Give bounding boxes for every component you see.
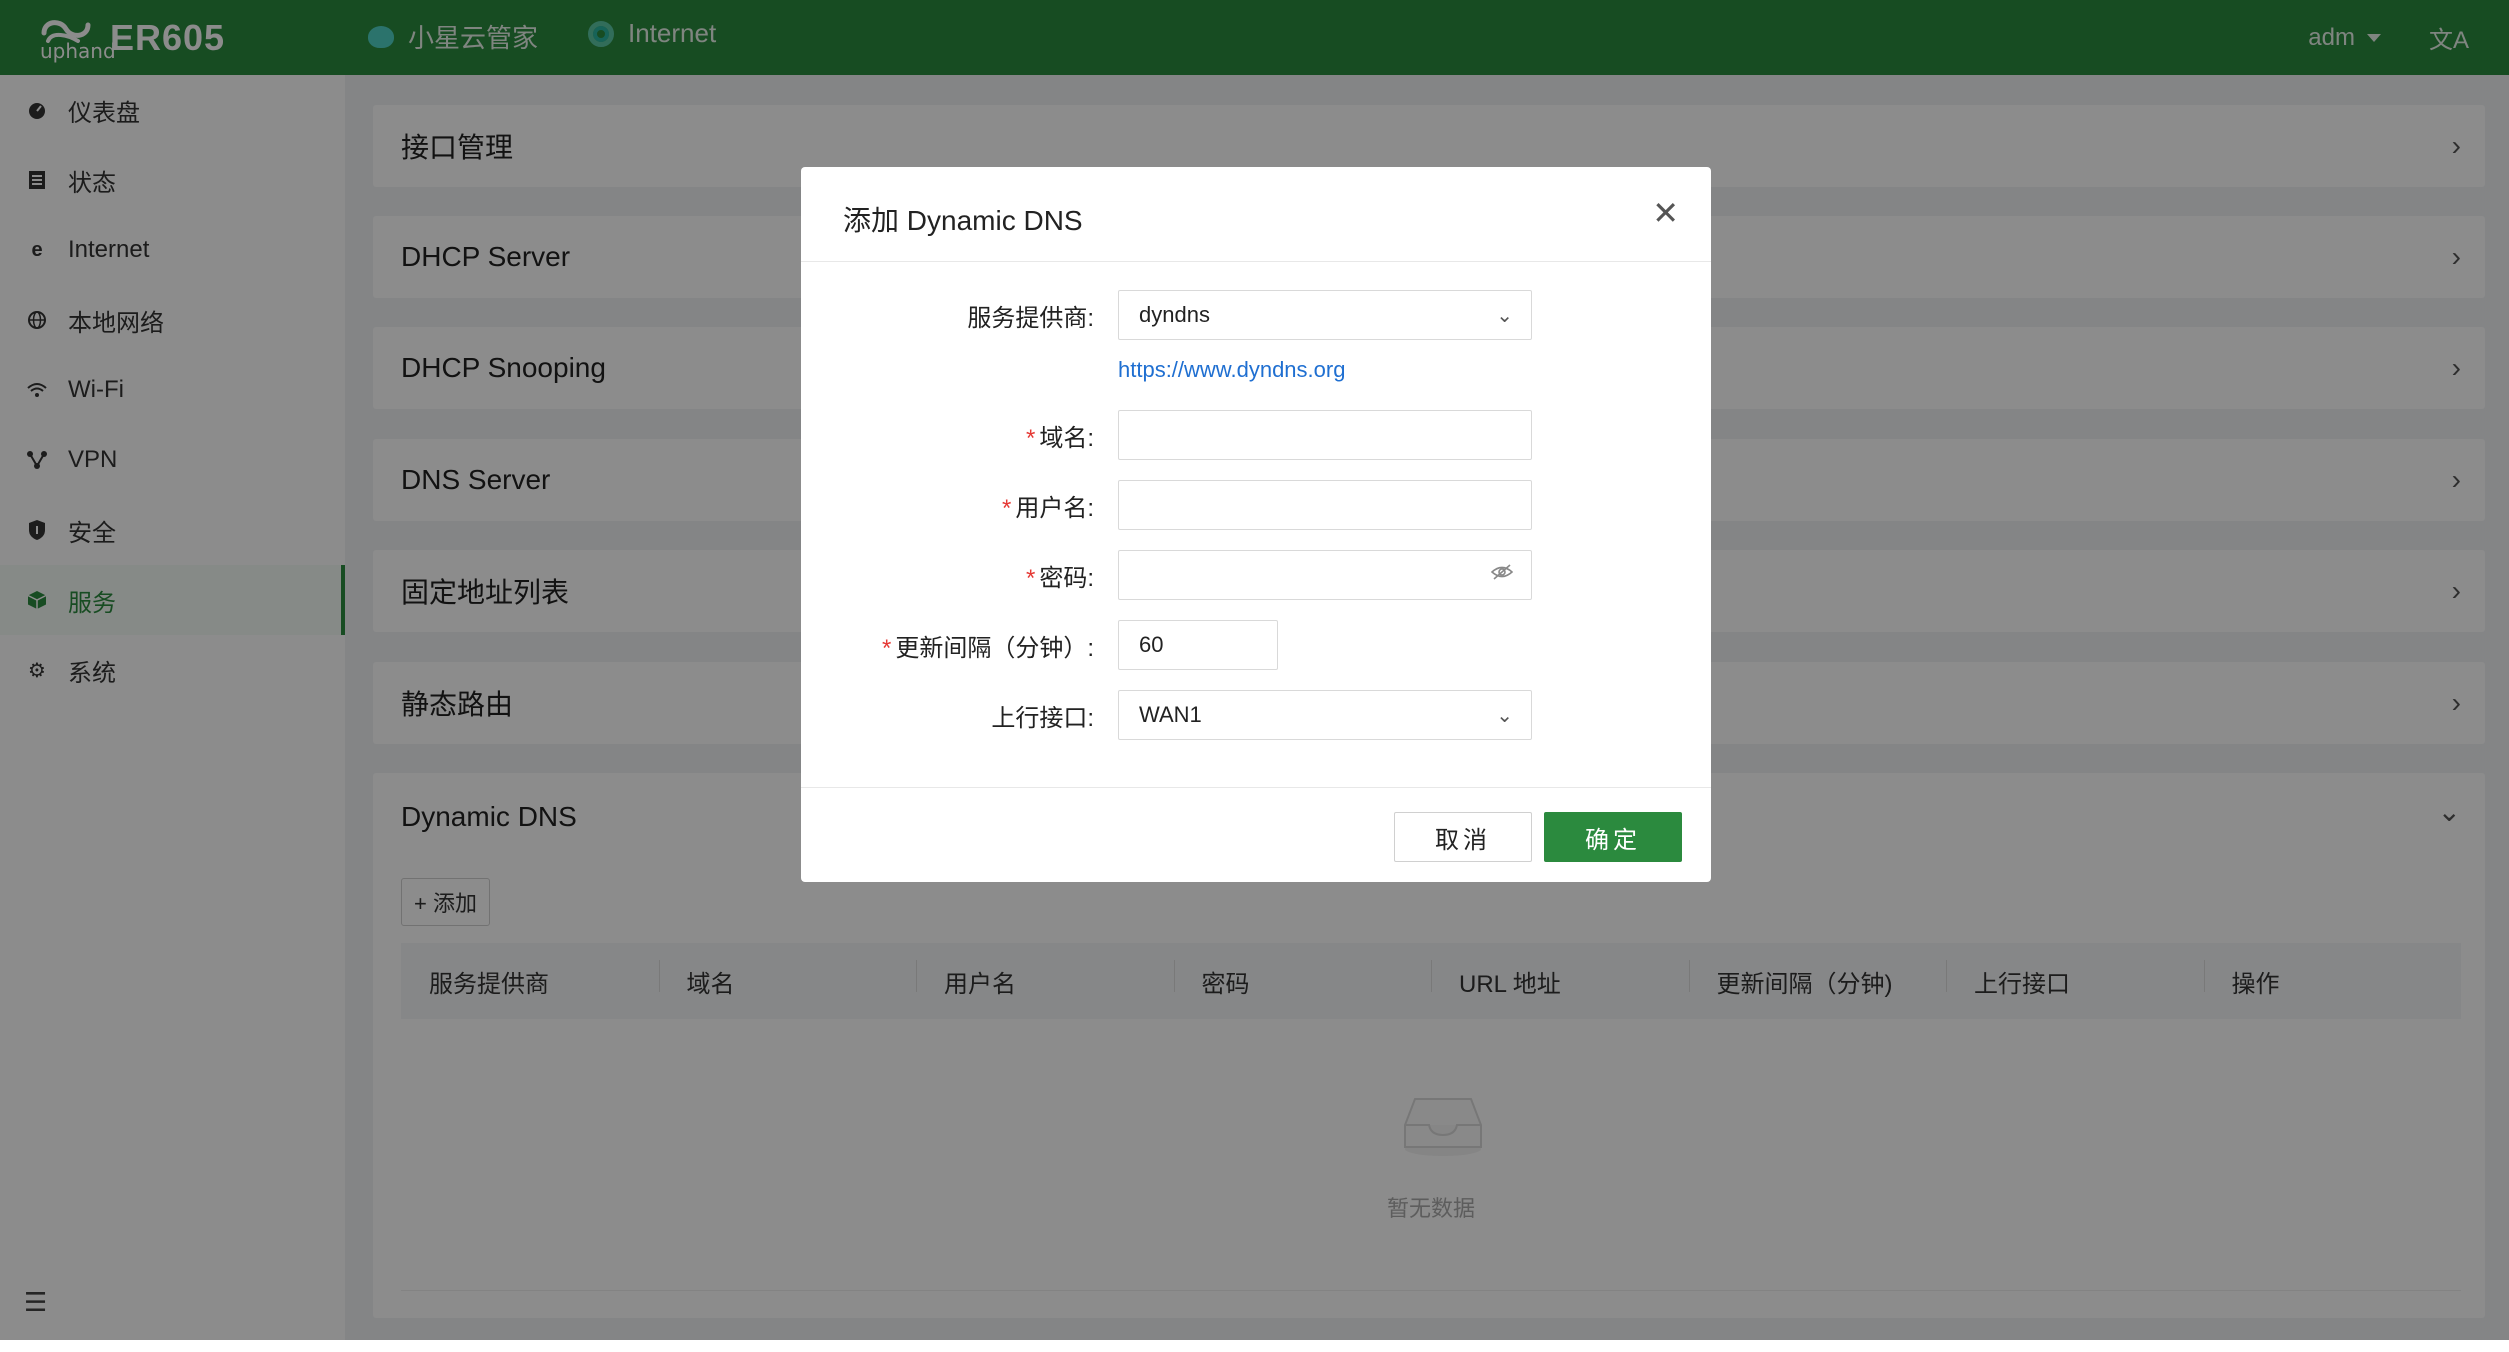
uplink-value: WAN1 xyxy=(1139,702,1202,727)
password-row: * 密码: xyxy=(801,550,1711,600)
interval-label: * 更新间隔（分钟）: xyxy=(801,628,1106,663)
required-mark: * xyxy=(1001,494,1012,522)
domain-label-text: 域名: xyxy=(1039,424,1094,452)
confirm-button[interactable]: 确定 xyxy=(1544,812,1682,862)
domain-label: * 域名: xyxy=(801,418,1106,453)
password-label-text: 密码: xyxy=(1039,564,1094,592)
interval-input[interactable]: 60 xyxy=(1118,620,1278,670)
password-input[interactable] xyxy=(1118,550,1532,600)
provider-link[interactable]: https://www.dyndns.org xyxy=(1118,357,1345,383)
provider-label: 服务提供商: xyxy=(967,304,1094,332)
password-label: * 密码: xyxy=(801,558,1106,593)
required-mark: * xyxy=(1025,424,1036,452)
interval-value: 60 xyxy=(1139,632,1164,657)
username-row: * 用户名: xyxy=(801,480,1711,530)
provider-row: 服务提供商: dyndns ⌄ xyxy=(801,290,1711,340)
interval-label-text: 更新间隔（分钟）: xyxy=(895,634,1094,662)
username-label-text: 用户名: xyxy=(1015,494,1094,522)
bottom-strip xyxy=(0,1340,2509,1352)
domain-input[interactable] xyxy=(1118,410,1532,460)
username-input[interactable] xyxy=(1118,480,1532,530)
uplink-label: 上行接口: xyxy=(991,704,1094,732)
interval-row: * 更新间隔（分钟）: 60 xyxy=(801,620,1711,670)
provider-select[interactable]: dyndns ⌄ xyxy=(1118,290,1532,340)
uplink-select[interactable]: WAN1 ⌄ xyxy=(1118,690,1532,740)
required-mark: * xyxy=(1025,564,1036,592)
chevron-down-icon: ⌄ xyxy=(1496,305,1513,327)
cancel-button[interactable]: 取消 xyxy=(1394,812,1532,862)
username-label: * 用户名: xyxy=(801,488,1106,523)
required-mark: * xyxy=(881,634,892,662)
dialog-footer: 取消 确定 xyxy=(801,787,1711,882)
uplink-row: 上行接口: WAN1 ⌄ xyxy=(801,690,1711,740)
add-ddns-dialog: 添加 Dynamic DNS ✕ 服务提供商: dyndns ⌄ https:/… xyxy=(801,167,1711,882)
chevron-down-icon: ⌄ xyxy=(1496,705,1513,727)
provider-value: dyndns xyxy=(1139,302,1210,327)
dialog-header: 添加 Dynamic DNS ✕ xyxy=(801,167,1711,262)
domain-row: * 域名: xyxy=(801,410,1711,460)
dialog-title: 添加 Dynamic DNS xyxy=(843,205,1083,236)
eye-hidden-icon[interactable] xyxy=(1490,563,1514,587)
close-icon[interactable]: ✕ xyxy=(1652,197,1679,229)
